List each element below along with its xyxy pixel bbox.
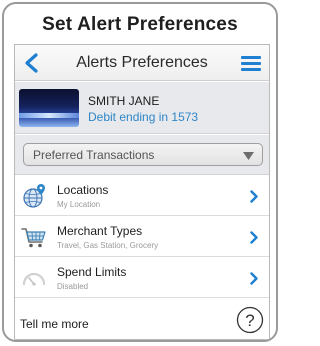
transaction-type-dropdown[interactable]: Preferred Transactions [23,143,263,166]
row-subtitle: Travel, Gas Station, Grocery [57,241,159,250]
question-mark-icon[interactable]: ? [236,306,264,334]
account-description: Debit ending in 1573 [88,110,199,124]
row-title: Locations [57,183,109,197]
caret-down-icon [243,152,254,160]
account-summary: SMITH JANE Debit ending in 1573 [15,82,269,134]
shopping-cart-icon [21,228,46,248]
chevron-right-icon [250,231,258,244]
chevron-right-icon [250,190,258,203]
card-image [19,89,79,127]
dropdown-section: Preferred Transactions [15,135,269,175]
list-item-spend-limits[interactable]: Spend Limits Disabled [15,258,269,298]
list-item-locations[interactable]: Locations My Location [15,176,269,216]
hamburger-menu-icon[interactable] [241,56,261,71]
svg-text:?: ? [245,311,254,330]
account-holder-name: SMITH JANE [88,94,160,108]
row-subtitle: Disabled [57,282,89,291]
row-subtitle: My Location [57,200,101,209]
dropdown-selected-value: Preferred Transactions [33,148,155,162]
row-title: Spend Limits [57,265,127,279]
panel-title: Set Alert Preferences [42,14,238,35]
globe-pin-icon [23,184,45,208]
list-item-merchant-types[interactable]: Merchant Types Travel, Gas Station, Groc… [15,217,269,257]
phone-screen: Alerts Preferences SMITH JANE Debit endi… [14,44,270,340]
preferences-panel: Set Alert Preferences Alerts Preferences… [2,2,278,342]
row-title: Merchant Types [57,224,143,238]
app-header: Alerts Preferences [15,45,269,81]
gauge-icon [22,272,46,286]
header-title: Alerts Preferences [76,54,208,71]
chevron-right-icon [250,272,258,285]
tell-me-more-link[interactable]: Tell me more [20,317,89,331]
